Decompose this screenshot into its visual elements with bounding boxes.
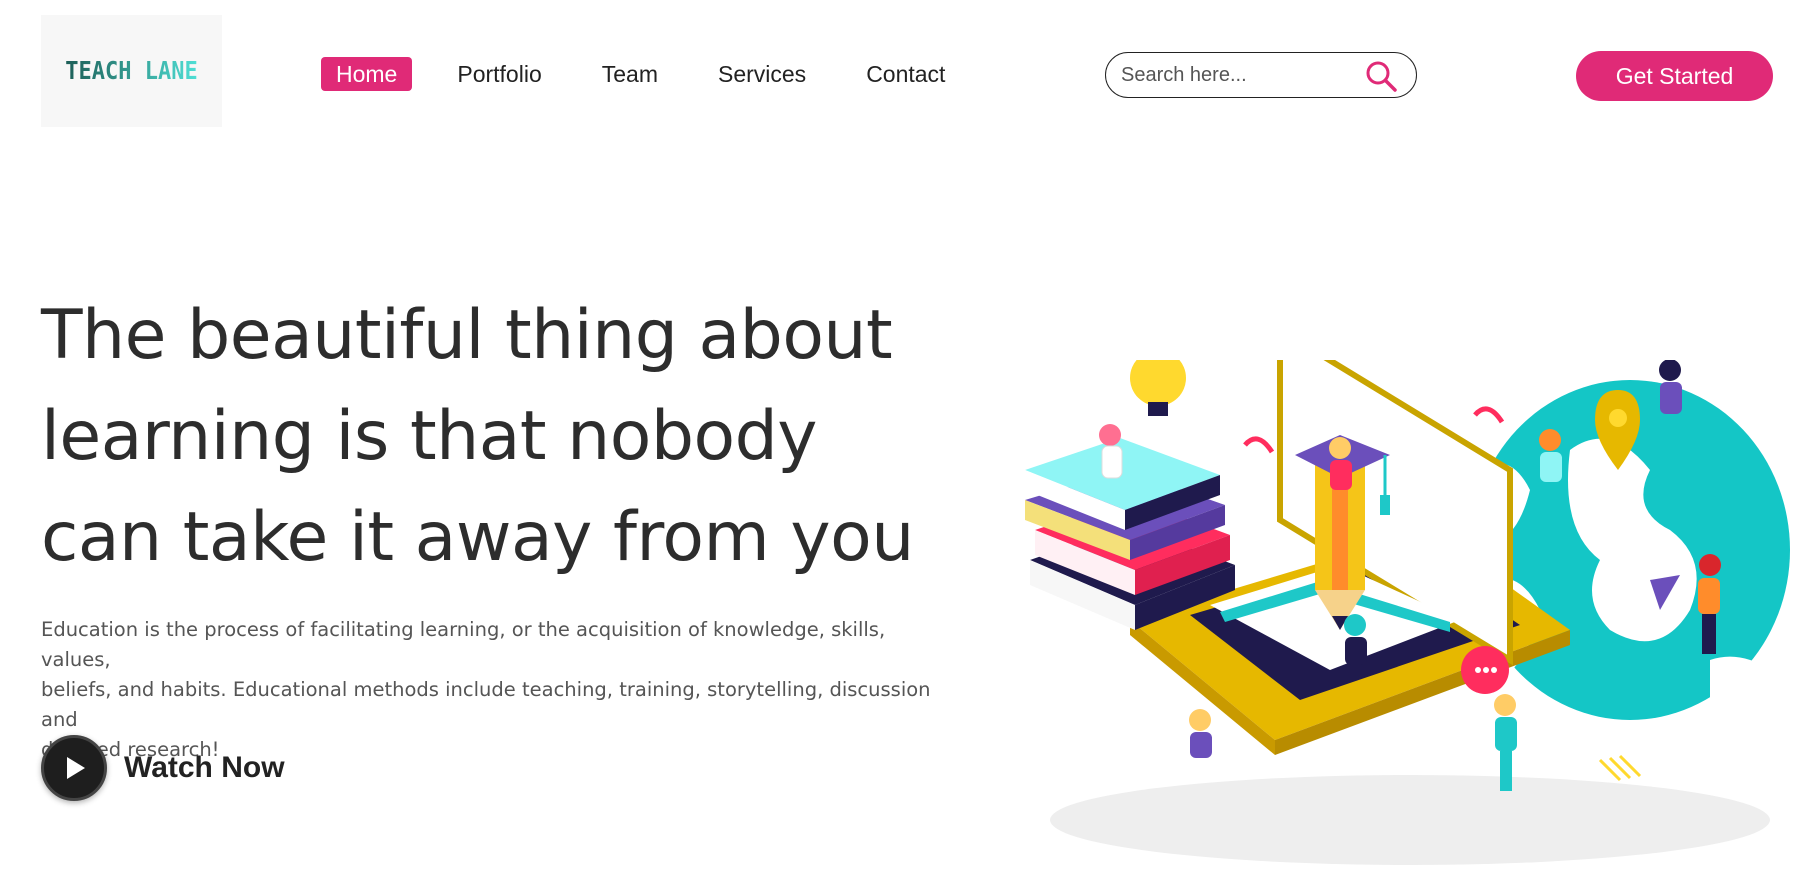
search-input[interactable] bbox=[1121, 63, 1361, 87]
watch-now-label: Watch Now bbox=[124, 751, 285, 784]
logo[interactable]: TEACH LANE bbox=[41, 15, 222, 127]
get-started-button[interactable]: Get Started bbox=[1576, 51, 1773, 101]
nav-item-portfolio[interactable]: Portfolio bbox=[442, 57, 556, 91]
hero-title: The beautiful thing about learning is th… bbox=[41, 285, 1001, 588]
hero-title-line: learning is that nobody bbox=[41, 397, 818, 476]
watch-now-button[interactable]: Watch Now bbox=[41, 735, 285, 801]
hero-title-line: The beautiful thing about bbox=[41, 296, 893, 375]
site-header: TEACH LANE Home Portfolio Team Services … bbox=[0, 0, 1806, 150]
nav-item-services[interactable]: Services bbox=[703, 57, 821, 91]
education-illustration bbox=[1025, 360, 1790, 865]
hero-description-line: Education is the process of facilitating… bbox=[41, 618, 886, 671]
hero-description-line: beliefs, and habits. Educational methods… bbox=[41, 678, 931, 731]
books-stack-graphic bbox=[1025, 360, 1235, 630]
hero-title-line: can take it away from you bbox=[41, 498, 914, 577]
nav-item-team[interactable]: Team bbox=[587, 57, 673, 91]
play-icon bbox=[67, 757, 85, 779]
search-icon[interactable] bbox=[1364, 59, 1398, 93]
nav-item-contact[interactable]: Contact bbox=[851, 57, 960, 91]
illustration-shadow bbox=[1050, 775, 1770, 865]
play-button[interactable] bbox=[41, 735, 107, 801]
main-nav: Home Portfolio Team Services Contact bbox=[321, 57, 990, 91]
logo-text: TEACH LANE bbox=[65, 56, 198, 86]
nav-item-home[interactable]: Home bbox=[321, 57, 413, 91]
search-box bbox=[1105, 52, 1417, 98]
